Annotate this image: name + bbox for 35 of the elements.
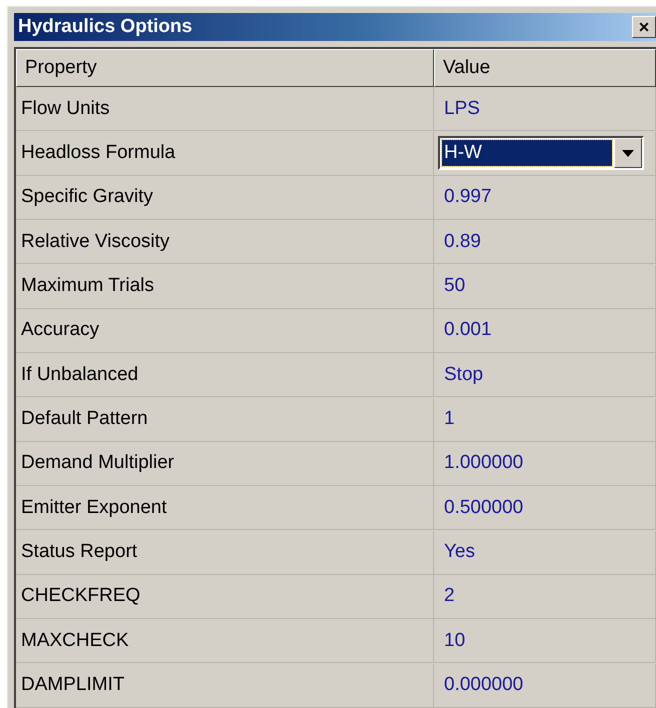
property-label: DAMPLIMIT (20, 674, 124, 696)
property-label: Status Report (20, 541, 138, 564)
caret-icon (622, 150, 634, 157)
property-label: Demand Multiplier (20, 452, 174, 474)
property-value[interactable]: 50 (434, 275, 466, 298)
property-label: MAXCHECK (20, 630, 129, 652)
property-label: If Unbalanced (20, 364, 138, 386)
property-value[interactable]: 0.500000 (434, 496, 524, 519)
property-value[interactable]: 0.000000 (434, 674, 524, 696)
dropdown-value: H-W (442, 140, 612, 166)
property-value[interactable]: 0.001 (434, 319, 492, 342)
property-label: Accuracy (20, 319, 100, 342)
property-value[interactable]: 0.89 (434, 230, 481, 253)
property-label: Headloss Formula (20, 142, 176, 164)
property-value[interactable]: 1.000000 (434, 452, 524, 474)
property-value[interactable]: Yes (434, 541, 475, 564)
property-label: Flow Units (20, 98, 110, 120)
column-header[interactable]: Value (434, 49, 656, 87)
property-value[interactable]: LPS (434, 98, 480, 120)
property-label: Default Pattern (20, 408, 148, 430)
property-value[interactable]: 0.997 (434, 186, 492, 208)
column-header[interactable]: Property (16, 49, 434, 87)
property-label: Relative Viscosity (20, 230, 170, 253)
property-label: Maximum Trials (20, 275, 154, 298)
property-value[interactable]: 10 (434, 630, 466, 652)
window-title: Hydraulics Options (18, 16, 192, 38)
property-label: Emitter Exponent (20, 496, 167, 519)
close-button[interactable]: × (632, 16, 656, 38)
dropdown-button[interactable] (614, 138, 642, 168)
property-value[interactable]: Stop (434, 364, 484, 386)
dropdown[interactable]: H-W (438, 136, 644, 170)
property-label: CHECKFREQ (20, 585, 140, 608)
property-label: Specific Gravity (20, 186, 153, 208)
property-value[interactable]: 2 (434, 585, 455, 608)
property-value[interactable]: 1 (434, 408, 455, 430)
